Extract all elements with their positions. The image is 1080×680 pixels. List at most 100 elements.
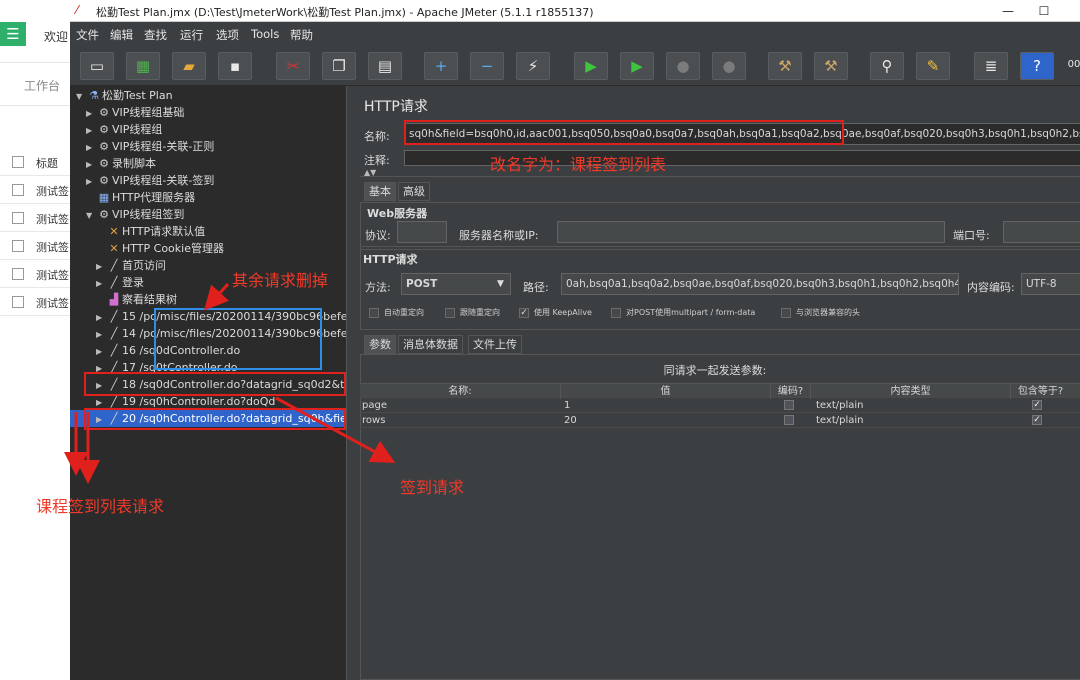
checkbox-icon[interactable] bbox=[369, 307, 379, 318]
protocol-field[interactable] bbox=[397, 221, 447, 243]
menu-4[interactable]: 选项 bbox=[216, 27, 239, 43]
chevron-right-icon[interactable]: ▶ bbox=[96, 275, 106, 292]
tree-node[interactable]: ▶ ╱ 登录 bbox=[96, 274, 144, 291]
row-checkbox[interactable] bbox=[12, 184, 24, 196]
checkbox-checked-icon[interactable]: ✓ bbox=[1032, 415, 1042, 425]
shutdown-icon[interactable]: ● bbox=[712, 52, 746, 80]
tab-parameters[interactable]: 参数 bbox=[364, 335, 396, 354]
checkbox-icon[interactable] bbox=[784, 400, 794, 410]
minimize-button[interactable]: — bbox=[994, 2, 1022, 20]
open-icon[interactable]: ▰ bbox=[172, 52, 206, 80]
content-type[interactable]: text/plain bbox=[816, 413, 863, 428]
tree-node[interactable]: ✕ HTTP请求默认值 bbox=[96, 223, 205, 240]
option-checkbox[interactable]: 与浏览器兼容的头 bbox=[781, 307, 860, 318]
start-no-pause-icon[interactable]: ▶ bbox=[620, 52, 654, 80]
row-checkbox[interactable] bbox=[12, 212, 24, 224]
chevron-right-icon[interactable]: ▶ bbox=[96, 309, 106, 326]
function-helper-icon[interactable]: ≣ bbox=[974, 52, 1008, 80]
chevron-down-icon[interactable]: ▼ bbox=[497, 279, 504, 289]
column-header[interactable]: 编码? bbox=[770, 384, 810, 399]
start-icon[interactable]: ▶ bbox=[574, 52, 608, 80]
reset-search-icon[interactable]: ✎ bbox=[916, 52, 950, 80]
checkbox-checked-icon[interactable]: ✓ bbox=[1032, 400, 1042, 410]
tree-node[interactable]: ▶ ╱ 首页访问 bbox=[96, 257, 166, 274]
new-icon[interactable]: ▭ bbox=[80, 52, 114, 80]
tab-body-data[interactable]: 消息体数据 bbox=[398, 335, 463, 354]
tree-node[interactable]: ▶ ⚙ VIP线程组基础 bbox=[86, 104, 184, 121]
chevron-right-icon[interactable]: ▶ bbox=[96, 326, 106, 343]
option-checkbox[interactable]: 对POST使用multipart / form-data bbox=[611, 307, 755, 318]
counter-label[interactable]: 00 bbox=[1064, 52, 1080, 80]
table-row[interactable]: rows 20 text/plain ✓ bbox=[360, 413, 1080, 428]
chevron-right-icon[interactable]: ▶ bbox=[96, 258, 106, 275]
search-icon[interactable]: ⚲ bbox=[870, 52, 904, 80]
param-value[interactable]: 1 bbox=[564, 398, 570, 413]
chevron-right-icon[interactable]: ▶ bbox=[96, 343, 106, 360]
tab-basic[interactable]: 基本 bbox=[364, 182, 396, 201]
list-item[interactable]: 测试签 bbox=[0, 176, 72, 204]
content-type[interactable]: text/plain bbox=[816, 398, 863, 413]
checkbox-icon[interactable] bbox=[784, 415, 794, 425]
menu-6[interactable]: 帮助 bbox=[290, 27, 313, 43]
stop-icon[interactable]: ● bbox=[666, 52, 700, 80]
param-name[interactable]: rows bbox=[362, 413, 385, 428]
list-item[interactable]: 测试签 bbox=[0, 260, 72, 288]
server-field[interactable] bbox=[557, 221, 945, 243]
paste-icon[interactable]: ▤ bbox=[368, 52, 402, 80]
tree-node[interactable]: ▦ HTTP代理服务器 bbox=[86, 189, 195, 206]
clear-icon[interactable]: ⚒ bbox=[768, 52, 802, 80]
tree-node[interactable]: ▟ 察看结果树 bbox=[96, 291, 177, 308]
menu-3[interactable]: 运行 bbox=[180, 27, 203, 43]
chevron-right-icon[interactable]: ▶ bbox=[86, 139, 96, 156]
chevron-down-icon[interactable]: ▼ bbox=[76, 88, 86, 105]
tree-node[interactable]: ✕ HTTP Cookie管理器 bbox=[96, 240, 224, 257]
collapse-icon[interactable]: − bbox=[470, 52, 504, 80]
column-header[interactable]: 内容类型 bbox=[810, 384, 1010, 399]
chevron-right-icon[interactable]: ▶ bbox=[86, 122, 96, 139]
chevron-right-icon[interactable]: ▶ bbox=[86, 105, 96, 122]
column-header[interactable]: 包含等于? bbox=[1010, 384, 1070, 399]
encode-checkbox[interactable] bbox=[784, 398, 794, 413]
port-field[interactable] bbox=[1003, 221, 1080, 243]
tab-file-upload[interactable]: 文件上传 bbox=[468, 335, 522, 354]
column-header[interactable]: 名称: bbox=[360, 384, 560, 399]
tree-node[interactable]: ▶ ⚙ VIP线程组-关联-签到 bbox=[86, 172, 214, 189]
option-checkbox[interactable]: 跟随重定向 bbox=[445, 307, 500, 318]
tree-node[interactable]: ▼ ⚗ 松勤Test Plan bbox=[76, 87, 173, 104]
copy-icon[interactable]: ❐ bbox=[322, 52, 356, 80]
help-icon[interactable]: ? bbox=[1020, 52, 1054, 80]
path-field[interactable]: 0ah,bsq0a1,bsq0a2,bsq0ae,bsq0af,bsq020,b… bbox=[561, 273, 959, 295]
checkbox-checked-icon[interactable]: ✓ bbox=[519, 307, 529, 318]
maximize-button[interactable]: ☐ bbox=[1030, 2, 1058, 20]
checkbox-icon[interactable] bbox=[781, 307, 791, 318]
list-item[interactable]: 测试签 bbox=[0, 204, 72, 232]
save-icon[interactable]: ▪ bbox=[218, 52, 252, 80]
encode-checkbox[interactable] bbox=[784, 413, 794, 428]
cut-icon[interactable]: ✂ bbox=[276, 52, 310, 80]
include-equals-checkbox[interactable]: ✓ bbox=[1032, 398, 1042, 413]
list-item[interactable]: 测试签 bbox=[0, 288, 72, 316]
templates-icon[interactable]: ▦ bbox=[126, 52, 160, 80]
param-name[interactable]: page bbox=[362, 398, 387, 413]
table-row[interactable]: page 1 text/plain ✓ bbox=[360, 398, 1080, 413]
tab-advanced[interactable]: 高级 bbox=[398, 182, 430, 201]
option-checkbox[interactable]: ✓ 使用 KeepAlive bbox=[519, 307, 592, 318]
tree-node[interactable]: ▶ ⚙ VIP线程组-关联-正则 bbox=[86, 138, 214, 155]
menu-2[interactable]: 查找 bbox=[144, 27, 167, 43]
encoding-field[interactable]: UTF-8 bbox=[1021, 273, 1080, 295]
tree-node[interactable]: ▶ ⚙ VIP线程组 bbox=[86, 121, 162, 138]
param-value[interactable]: 20 bbox=[564, 413, 577, 428]
workbench-tab[interactable]: 工作台 bbox=[24, 77, 60, 94]
chevron-right-icon[interactable]: ▶ bbox=[86, 156, 96, 173]
include-equals-checkbox[interactable]: ✓ bbox=[1032, 413, 1042, 428]
menu-0[interactable]: 文件 bbox=[76, 27, 99, 43]
toggle-icon[interactable]: ⚡ bbox=[516, 52, 550, 80]
checkbox-icon[interactable] bbox=[445, 307, 455, 318]
tree-node[interactable]: ▼ ⚙ VIP线程组签到 bbox=[86, 206, 184, 223]
row-checkbox[interactable] bbox=[12, 268, 24, 280]
expand-icon[interactable]: + bbox=[424, 52, 458, 80]
tree-node[interactable]: ▶ ⚙ 录制脚本 bbox=[86, 155, 156, 172]
column-header[interactable]: 值 bbox=[560, 384, 770, 399]
row-checkbox[interactable] bbox=[12, 296, 24, 308]
clear-all-icon[interactable]: ⚒ bbox=[814, 52, 848, 80]
